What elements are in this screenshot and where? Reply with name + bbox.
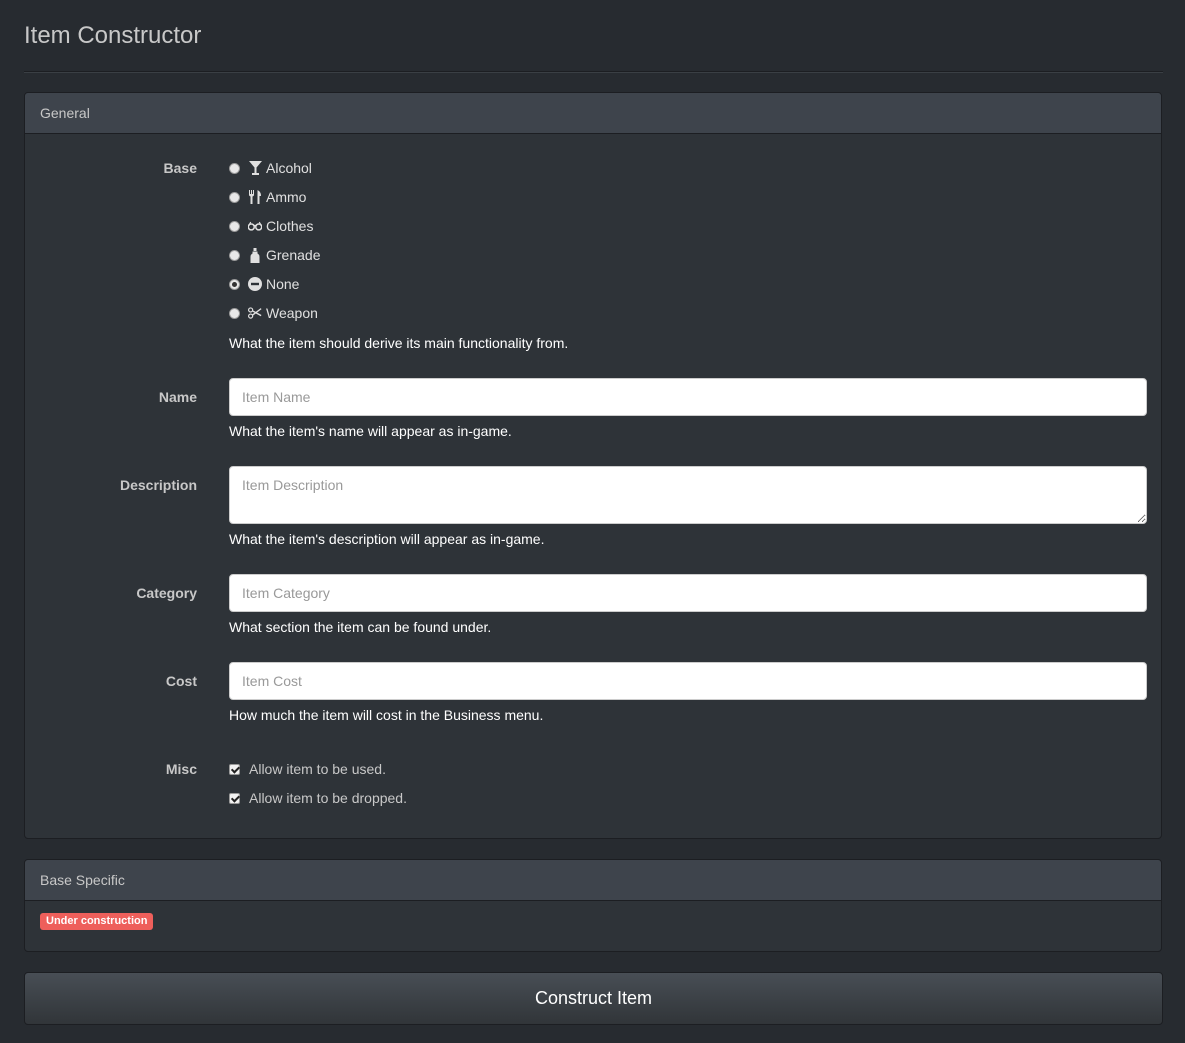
base-specific-heading: Base Specific	[25, 860, 1161, 901]
base-option-label: Ammo	[266, 189, 307, 205]
title-divider	[24, 71, 1163, 73]
item-cost-input[interactable]	[229, 662, 1147, 700]
base-help-text: What the item should derive its main fun…	[229, 335, 569, 351]
general-panel: General Base Alcohol Ammo Clothes Grenad…	[24, 92, 1162, 839]
allow-used-label: Allow item to be used.	[249, 761, 386, 777]
base-option-label: None	[266, 276, 300, 292]
radio-clothes[interactable]	[229, 220, 240, 232]
allow-used-option[interactable]: Allow item to be used.	[229, 759, 386, 779]
description-label: Description	[119, 477, 197, 493]
category-label: Category	[136, 585, 197, 601]
name-label: Name	[158, 389, 197, 405]
base-option-none[interactable]: None	[229, 274, 299, 294]
base-option-label: Weapon	[266, 305, 318, 321]
radio-grenade[interactable]	[229, 249, 240, 261]
description-help-text: What the item's description will appear …	[229, 531, 545, 547]
item-name-input[interactable]	[229, 378, 1147, 416]
allow-dropped-label: Allow item to be dropped.	[249, 790, 407, 806]
radio-weapon[interactable]	[229, 307, 240, 319]
misc-label: Misc	[165, 761, 197, 777]
minus-circle-icon	[248, 276, 262, 292]
base-option-label: Alcohol	[266, 160, 312, 176]
category-help-text: What section the item can be found under…	[229, 619, 492, 635]
item-category-input[interactable]	[229, 574, 1147, 612]
name-help-text: What the item's name will appear as in-g…	[229, 423, 512, 439]
allow-dropped-checkbox[interactable]	[229, 792, 240, 804]
base-option-clothes[interactable]: Clothes	[229, 216, 313, 236]
bottle-icon	[248, 247, 262, 263]
radio-alcohol[interactable]	[229, 162, 240, 174]
base-option-alcohol[interactable]: Alcohol	[229, 158, 312, 178]
base-option-weapon[interactable]: Weapon	[229, 303, 318, 323]
base-label: Base	[163, 160, 197, 176]
cost-help-text: How much the item will cost in the Busin…	[229, 707, 544, 723]
allow-dropped-option[interactable]: Allow item to be dropped.	[229, 788, 407, 808]
base-specific-panel: Base Specific Under construction	[24, 859, 1162, 952]
base-option-label: Grenade	[266, 247, 321, 263]
status-badge: Under construction	[40, 913, 154, 930]
construct-item-button[interactable]: Construct Item	[24, 972, 1163, 1025]
sunglasses-icon	[248, 218, 262, 234]
item-description-textarea[interactable]	[229, 466, 1147, 524]
radio-none[interactable]	[229, 278, 240, 290]
base-option-grenade[interactable]: Grenade	[229, 245, 320, 265]
cost-label: Cost	[165, 673, 197, 689]
general-panel-heading: General	[25, 93, 1161, 134]
base-option-label: Clothes	[266, 218, 314, 234]
radio-ammo[interactable]	[229, 191, 240, 203]
scissors-icon	[248, 305, 262, 321]
page-title: Item Constructor	[24, 22, 202, 49]
glass-icon	[248, 160, 262, 176]
allow-used-checkbox[interactable]	[229, 763, 240, 775]
cutlery-icon	[248, 189, 262, 205]
base-option-ammo[interactable]: Ammo	[229, 187, 306, 207]
